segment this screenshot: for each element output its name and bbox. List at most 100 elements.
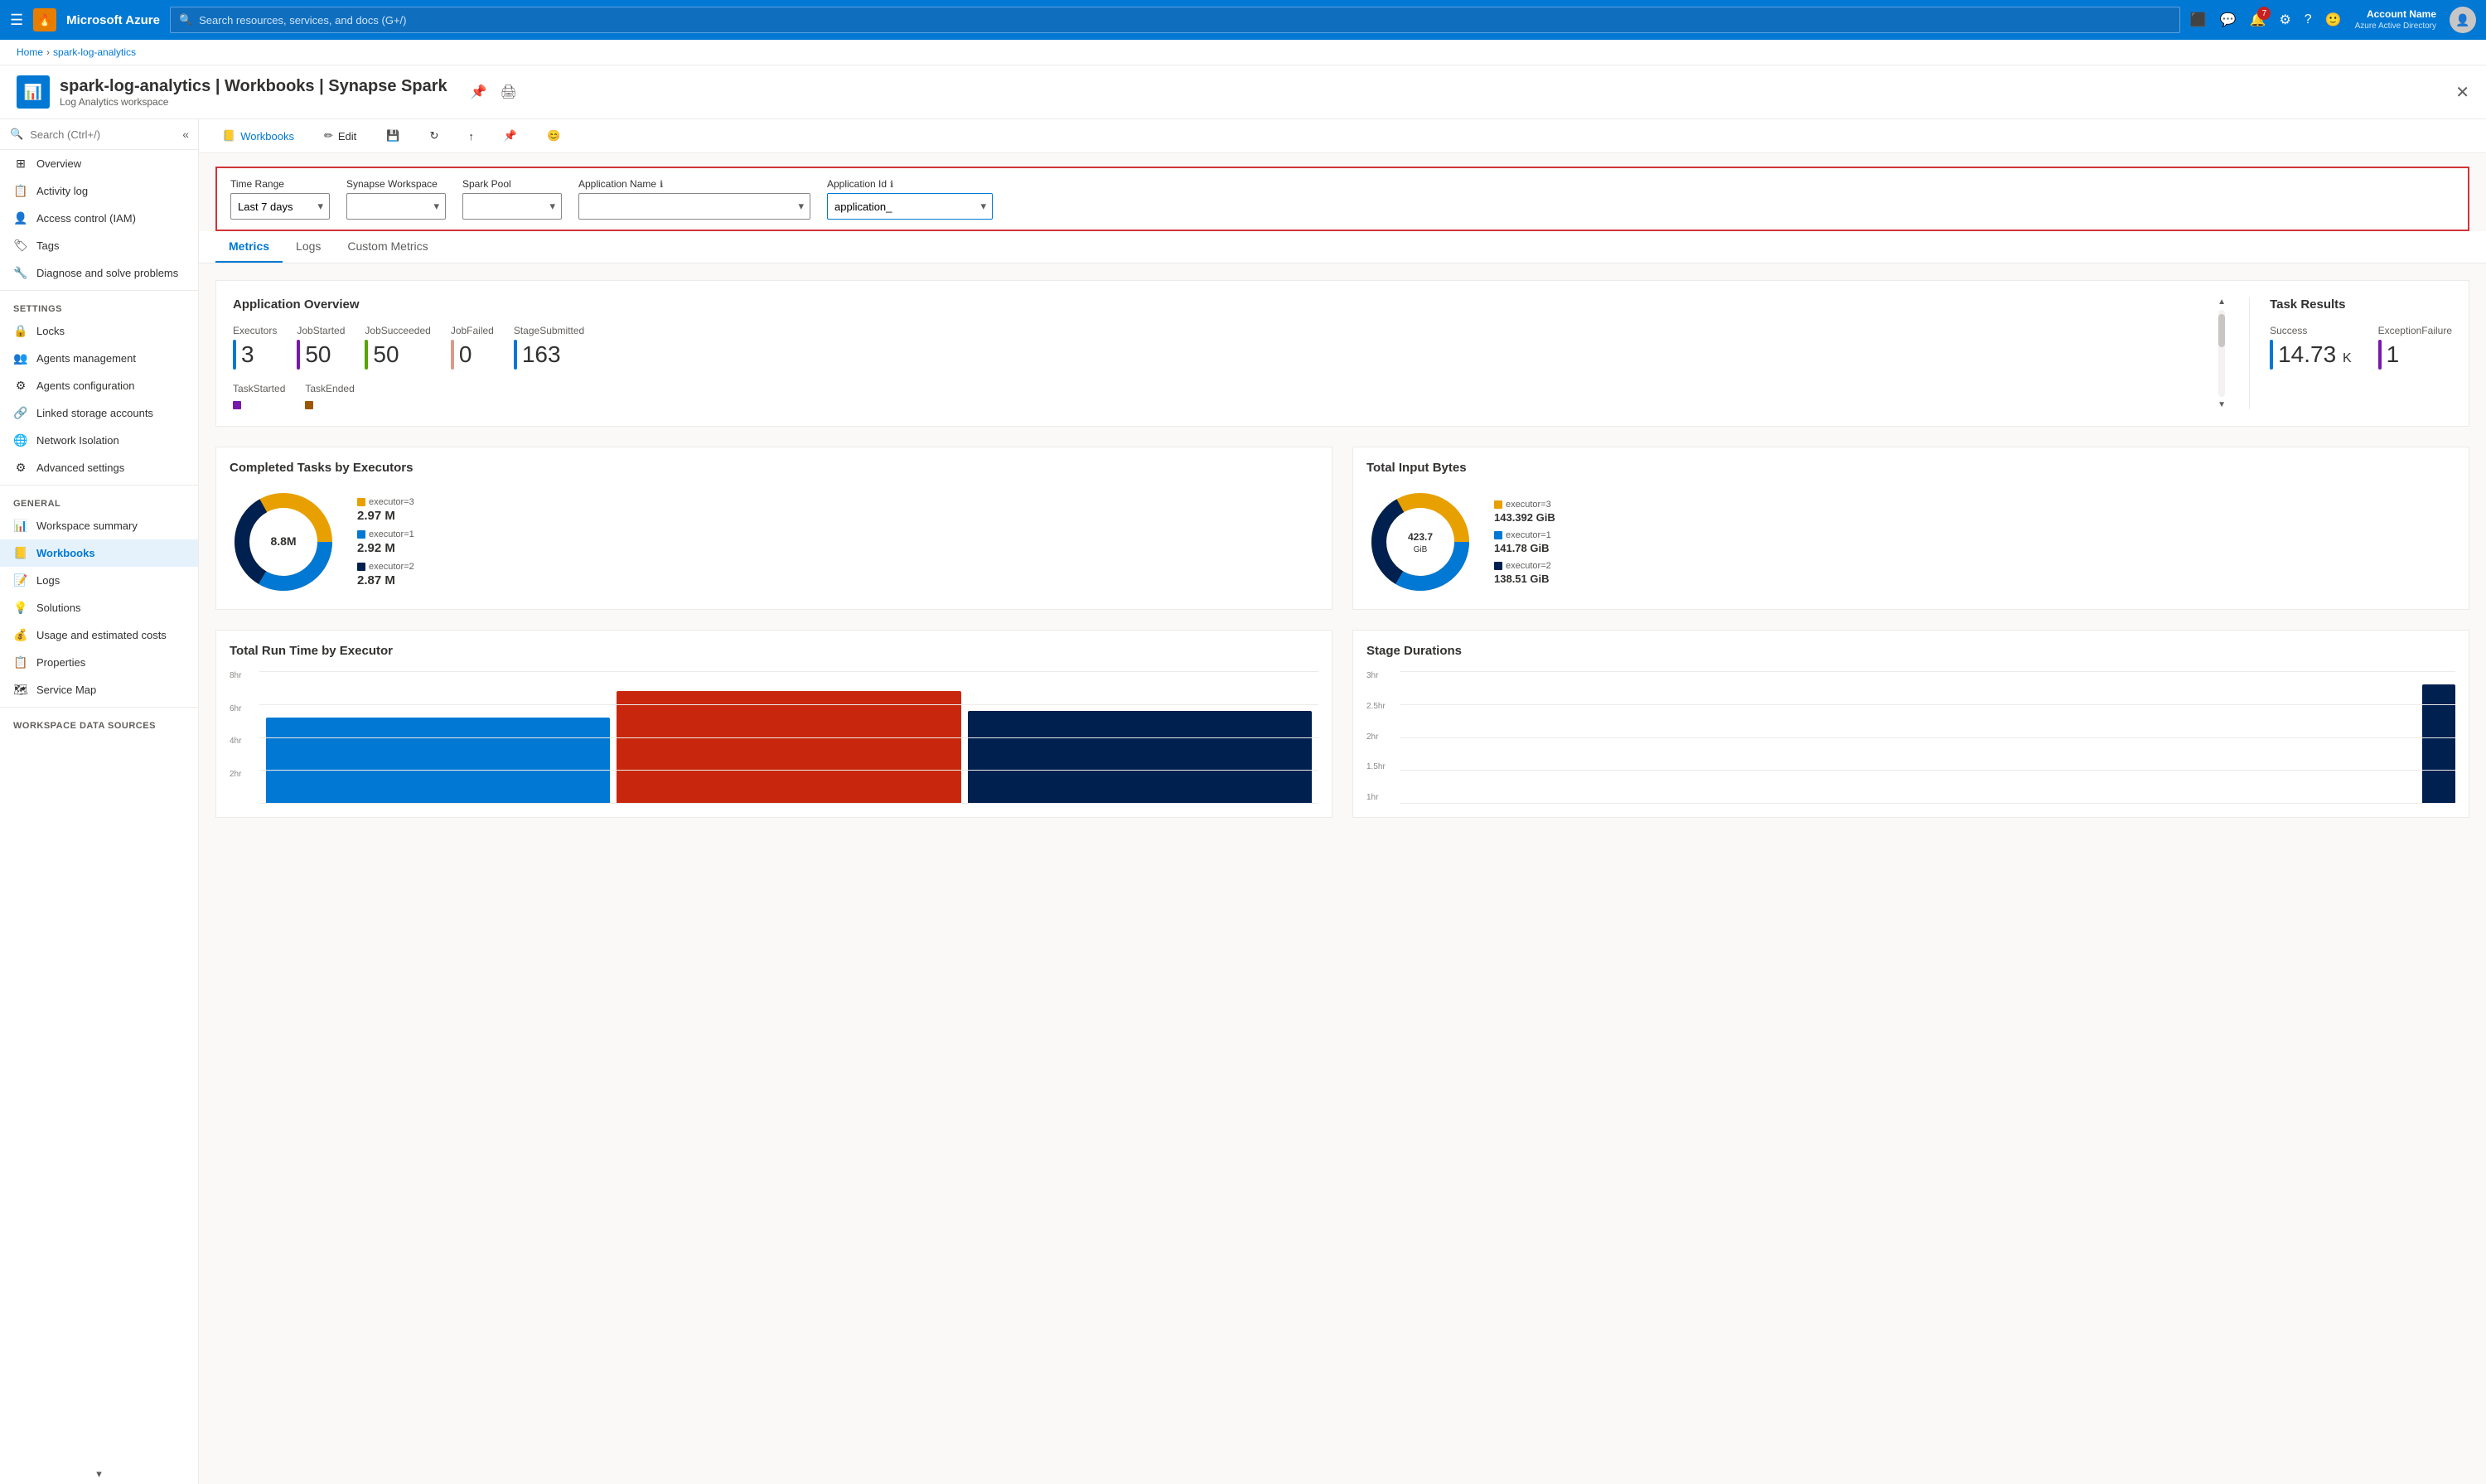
sidebar-item-logs[interactable]: 📝 Logs: [0, 567, 198, 594]
save-icon: 💾: [386, 129, 399, 143]
metric-job-succeeded: JobSucceeded 50: [365, 325, 430, 370]
sidebar-label-tags: Tags: [36, 239, 59, 252]
resource-header: 📊 spark-log-analytics | Workbooks | Syna…: [0, 65, 2486, 119]
sidebar-item-tags[interactable]: 🏷 Tags: [0, 232, 198, 259]
cloud-shell-icon[interactable]: ⬛: [2190, 12, 2207, 28]
synapse-workspace-select[interactable]: [346, 193, 446, 220]
svg-text:GiB: GiB: [1414, 545, 1428, 554]
smiley-icon[interactable]: 🙂: [2325, 12, 2342, 28]
sidebar-item-linked-storage[interactable]: 🔗 Linked storage accounts: [0, 399, 198, 427]
edit-icon: ✏: [324, 129, 333, 143]
tab-custom-metrics[interactable]: Custom Metrics: [334, 231, 441, 263]
metric-exception-failure: ExceptionFailure 1: [2378, 325, 2452, 370]
sidebar-item-locks[interactable]: 🔒 Locks: [0, 317, 198, 345]
total-input-bytes-section: Total Input Bytes 423.7 GiB: [1352, 447, 2469, 610]
main-layout: 🔍 « ⊞ Overview 📋 Activity log 👤 Access c…: [0, 119, 2486, 1484]
sidebar-item-workbooks[interactable]: 📒 Workbooks: [0, 539, 198, 567]
tab-logs[interactable]: Logs: [283, 231, 334, 263]
toolbar-save[interactable]: 💾: [380, 126, 406, 146]
application-id-select[interactable]: application_: [827, 193, 993, 220]
sidebar-item-properties[interactable]: 📋 Properties: [0, 649, 198, 676]
agents-configuration-icon: ⚙: [13, 379, 28, 393]
scroll-down-icon[interactable]: ▼: [2218, 400, 2226, 409]
export-header-icon[interactable]: 🖨: [501, 84, 517, 100]
sidebar-divider-3: [0, 707, 198, 708]
help-icon[interactable]: ?: [2305, 12, 2312, 27]
app-metrics-row2: TaskStarted TaskEnded: [233, 383, 2194, 409]
sidebar-item-solutions[interactable]: 💡 Solutions: [0, 594, 198, 621]
runtime-bar-executor2: [617, 691, 960, 804]
total-input-bytes-title: Total Input Bytes: [1366, 461, 2455, 475]
spark-pool-filter: Spark Pool: [462, 178, 562, 220]
scroll-up-icon[interactable]: ▲: [2218, 297, 2226, 307]
breadcrumb-resource[interactable]: spark-log-analytics: [53, 46, 136, 58]
avatar[interactable]: 👤: [2450, 7, 2476, 33]
upload-icon: ↑: [468, 130, 474, 143]
general-section-label: General: [0, 489, 198, 512]
sidebar-label-usage-costs: Usage and estimated costs: [36, 629, 167, 641]
stage-bar: [2422, 684, 2455, 804]
azure-logo-text: Microsoft Azure: [66, 13, 160, 27]
metric-executors: Executors 3: [233, 325, 277, 370]
application-name-info-icon: ℹ: [660, 179, 663, 190]
toolbar-pin[interactable]: 📌: [497, 126, 524, 146]
sidebar-item-access-control[interactable]: 👤 Access control (IAM): [0, 205, 198, 232]
sidebar-search-input[interactable]: [30, 128, 176, 141]
stage-durations-chart: 3hr 2.5hr 2hr 1.5hr 1hr: [1366, 671, 2455, 804]
total-runtime-chart: 8hr 6hr 4hr 2hr: [230, 671, 1318, 804]
toolbar-refresh[interactable]: ↻: [423, 126, 445, 146]
linked-storage-icon: 🔗: [13, 406, 28, 420]
sidebar-scroll-area: ⊞ Overview 📋 Activity log 👤 Access contr…: [0, 150, 198, 1464]
sidebar-label-agents-management: Agents management: [36, 352, 136, 365]
overview-scroll-bar[interactable]: ▲ ▼: [2214, 297, 2229, 409]
pin-header-icon[interactable]: 📌: [471, 84, 487, 100]
metric-exception-failure-label: ExceptionFailure: [2378, 325, 2452, 336]
global-search-bar[interactable]: 🔍 Search resources, services, and docs (…: [170, 7, 2180, 33]
search-icon: 🔍: [179, 13, 192, 27]
sidebar-scroll-down[interactable]: ▾: [0, 1464, 198, 1484]
close-button[interactable]: ✕: [2455, 82, 2469, 103]
workspace-data-section-label: Workspace Data Sources: [0, 711, 198, 734]
legend-executor1-tasks: executor=1 2.92 M: [357, 529, 414, 555]
sidebar-item-network-isolation[interactable]: 🌐 Network Isolation: [0, 427, 198, 454]
sidebar-item-agents-configuration[interactable]: ⚙ Agents configuration: [0, 372, 198, 399]
spark-pool-select[interactable]: [462, 193, 562, 220]
bar-charts-row: Total Run Time by Executor 8hr 6hr 4hr 2…: [215, 630, 2469, 818]
sidebar-item-workspace-summary[interactable]: 📊 Workspace summary: [0, 512, 198, 539]
azure-logo-icon: 🔥: [33, 8, 56, 31]
metric-stage-submitted-label: StageSubmitted: [514, 325, 584, 336]
feedback-icon[interactable]: 💬: [2220, 12, 2237, 28]
breadcrumb-home[interactable]: Home: [17, 46, 43, 58]
time-range-select[interactable]: Last 7 days Last 1 hour Last 4 hours Las…: [230, 193, 330, 220]
sidebar-item-service-map[interactable]: 🗺 Service Map: [0, 676, 198, 703]
sidebar-item-diagnose[interactable]: 🔧 Diagnose and solve problems: [0, 259, 198, 287]
settings-icon[interactable]: ⚙: [2279, 12, 2290, 28]
hamburger-menu[interactable]: ☰: [10, 12, 23, 29]
sidebar-item-overview[interactable]: ⊞ Overview: [0, 150, 198, 177]
metric-job-failed-value: 0: [451, 340, 494, 370]
spark-pool-select-wrapper: [462, 193, 562, 220]
toolbar-feedback[interactable]: 😊: [540, 126, 567, 146]
usage-costs-icon: 💰: [13, 628, 28, 642]
sidebar-item-activity-log[interactable]: 📋 Activity log: [0, 177, 198, 205]
sidebar-item-agents-management[interactable]: 👥 Agents management: [0, 345, 198, 372]
sidebar-collapse-icon[interactable]: «: [182, 128, 189, 141]
application-name-select[interactable]: [578, 193, 810, 220]
time-range-select-wrapper: Last 7 days Last 1 hour Last 4 hours Las…: [230, 193, 330, 220]
sidebar-label-solutions: Solutions: [36, 602, 80, 614]
activity-log-icon: 📋: [13, 184, 28, 198]
sidebar-label-diagnose: Diagnose and solve problems: [36, 267, 178, 279]
toolbar-upload[interactable]: ↑: [462, 127, 481, 146]
toolbar-edit[interactable]: ✏ Edit: [317, 126, 363, 146]
diagnose-icon: 🔧: [13, 266, 28, 280]
legend-executor3: executor=3 2.97 M: [357, 497, 414, 523]
tab-metrics[interactable]: Metrics: [215, 231, 283, 263]
sidebar-item-advanced-settings[interactable]: ⚙ Advanced settings: [0, 454, 198, 481]
metric-job-started-label: JobStarted: [297, 325, 345, 336]
application-id-select-wrapper: application_: [827, 193, 993, 220]
sidebar-item-usage-costs[interactable]: 💰 Usage and estimated costs: [0, 621, 198, 649]
toolbar-workbooks[interactable]: 📒 Workbooks: [215, 126, 301, 146]
notification-icon[interactable]: 🔔 7: [2250, 12, 2266, 28]
breadcrumb-separator: ›: [46, 46, 50, 58]
legend-bytes-executor2-value: 138.51 GiB: [1494, 573, 1555, 585]
